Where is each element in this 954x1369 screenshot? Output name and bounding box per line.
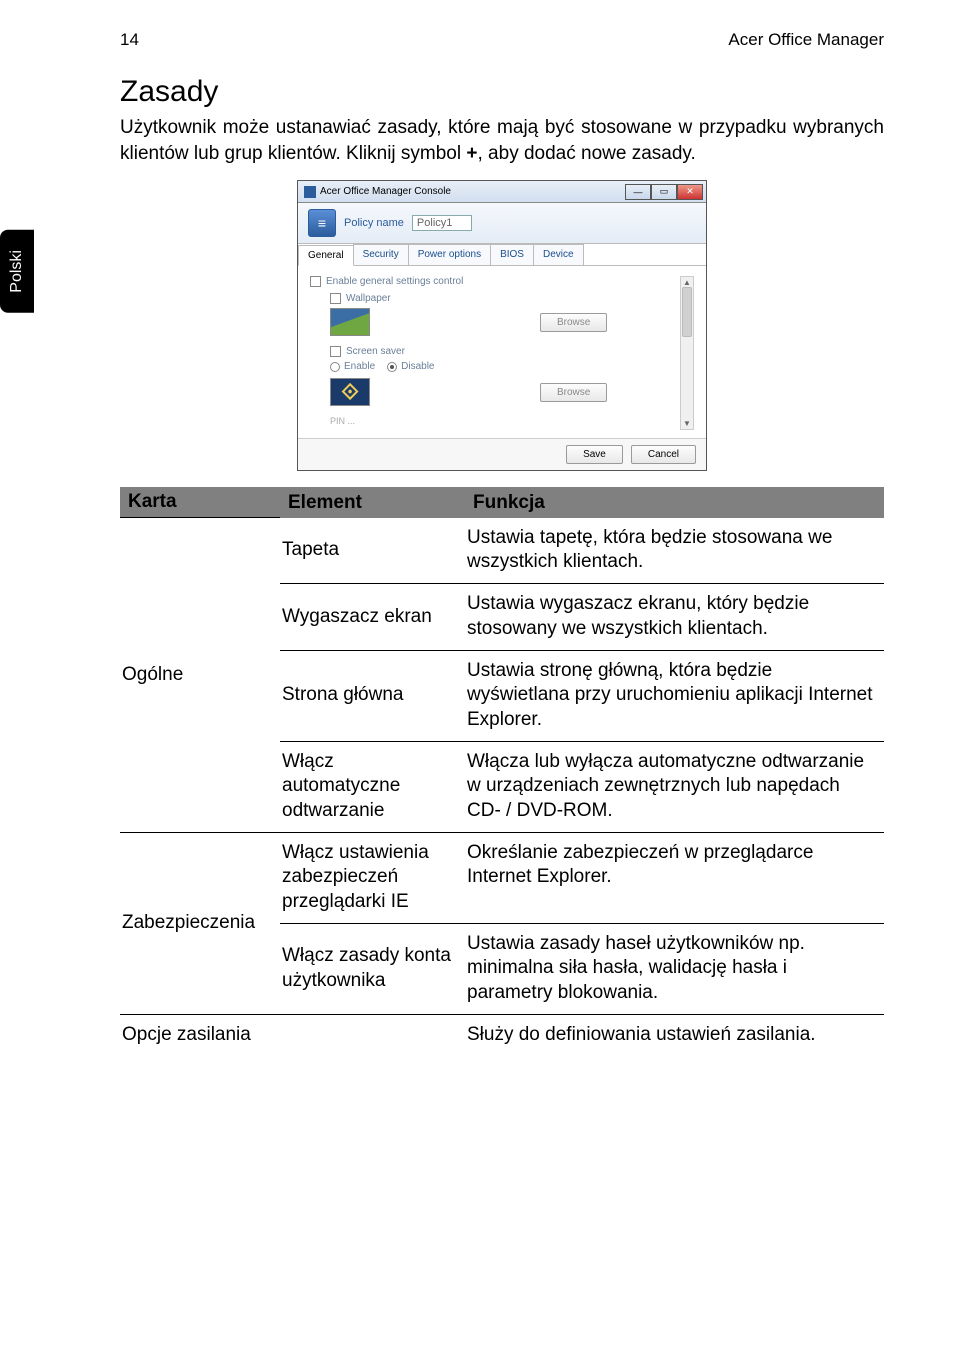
element-cell: Włącz zasady konta użytkownika bbox=[280, 923, 465, 1014]
funkcja-cell: Ustawia wygaszacz ekranu, który będzie s… bbox=[465, 584, 884, 650]
cancel-button[interactable]: Cancel bbox=[631, 445, 696, 464]
app-window: Acer Office Manager Console — ▭ ✕ ≡ Poli… bbox=[297, 180, 707, 471]
save-button[interactable]: Save bbox=[566, 445, 623, 464]
scroll-thumb[interactable] bbox=[682, 287, 692, 337]
header-title: Acer Office Manager bbox=[728, 30, 884, 50]
funkcja-cell: Ustawia zasady haseł użytkowników np. mi… bbox=[465, 923, 884, 1014]
tab-general[interactable]: General bbox=[298, 245, 354, 266]
wallpaper-thumb bbox=[330, 308, 370, 336]
enable-radio-label: Enable bbox=[344, 361, 375, 372]
enable-general-checkbox[interactable] bbox=[310, 276, 321, 287]
titlebar: Acer Office Manager Console — ▭ ✕ bbox=[298, 181, 706, 203]
funkcja-cell: Określanie zabezpieczeń w przeglądarce I… bbox=[465, 832, 884, 923]
language-tab: Polski bbox=[0, 230, 34, 313]
element-cell: Wygaszacz ekran bbox=[280, 584, 465, 650]
table-row: Opcje zasilania Służy do definiowania ust… bbox=[120, 1014, 884, 1055]
wallpaper-label: Wallpaper bbox=[346, 293, 391, 304]
intro-paragraph: Użytkownik może ustanawiać zasady, które… bbox=[120, 115, 884, 166]
element-cell: Włącz ustawienia zabezpieczeń przeglądar… bbox=[280, 832, 465, 923]
enable-radio[interactable] bbox=[330, 362, 340, 372]
screensaver-label: Screen saver bbox=[346, 346, 405, 357]
scrollbar[interactable]: ▲ ▼ bbox=[680, 276, 694, 430]
funkcja-cell: Ustawia stronę główną, która będzie wyśw… bbox=[465, 650, 884, 741]
wallpaper-browse-button[interactable]: Browse bbox=[540, 313, 607, 332]
tab-device[interactable]: Device bbox=[533, 244, 584, 265]
screensaver-browse-button[interactable]: Browse bbox=[540, 383, 607, 402]
pin-label: PIN ... bbox=[330, 416, 674, 426]
disable-radio[interactable] bbox=[387, 362, 397, 372]
policy-icon: ≡ bbox=[308, 209, 336, 237]
tab-power-options[interactable]: Power options bbox=[408, 244, 491, 265]
karta-cell: Ogólne bbox=[120, 518, 280, 832]
th-karta: Karta bbox=[120, 487, 280, 518]
funkcja-cell: Służy do definiowania ustawień zasilania… bbox=[465, 1014, 884, 1055]
tab-bios[interactable]: BIOS bbox=[490, 244, 534, 265]
element-cell: Włącz automatyczne odtwarzanie bbox=[280, 741, 465, 832]
app-icon bbox=[304, 186, 316, 198]
enable-general-label: Enable general settings control bbox=[326, 276, 463, 287]
element-cell bbox=[280, 1014, 465, 1055]
policy-name-label: Policy name bbox=[344, 217, 404, 229]
scroll-down-icon[interactable]: ▼ bbox=[683, 419, 691, 428]
wallpaper-checkbox[interactable] bbox=[330, 293, 341, 304]
close-button[interactable]: ✕ bbox=[677, 184, 703, 200]
screensaver-thumb: ⟐ bbox=[330, 378, 370, 406]
screenshot: Acer Office Manager Console — ▭ ✕ ≡ Poli… bbox=[120, 180, 884, 471]
element-cell: Tapeta bbox=[280, 518, 465, 584]
karta-cell: Zabezpieczenia bbox=[120, 832, 280, 1014]
maximize-button[interactable]: ▭ bbox=[651, 184, 677, 200]
minimize-button[interactable]: — bbox=[625, 184, 651, 200]
screensaver-checkbox[interactable] bbox=[330, 346, 341, 357]
funkcja-cell: Włącza lub wyłącza automatyczne odtwarza… bbox=[465, 741, 884, 832]
th-element: Element bbox=[280, 487, 465, 518]
table-header-row: Karta Element Funkcja bbox=[120, 487, 884, 518]
policy-name-input[interactable]: Policy1 bbox=[412, 215, 472, 231]
tab-security[interactable]: Security bbox=[353, 244, 409, 265]
table-row: ZabezpieczeniaWłącz ustawienia zabezpiec… bbox=[120, 832, 884, 923]
toolbar: ≡ Policy name Policy1 bbox=[298, 203, 706, 244]
table-row: OgólneTapetaUstawia tapetę, która będzie… bbox=[120, 518, 884, 584]
disable-radio-label: Disable bbox=[401, 361, 434, 372]
window-title: Acer Office Manager Console bbox=[320, 186, 451, 197]
element-cell: Strona główna bbox=[280, 650, 465, 741]
section-heading: Zasady bbox=[120, 75, 884, 109]
page-number: 14 bbox=[120, 30, 139, 50]
th-funkcja: Funkcja bbox=[465, 487, 884, 518]
policy-table: Karta Element Funkcja OgólneTapetaUstawi… bbox=[120, 487, 884, 1055]
funkcja-cell: Ustawia tapetę, która będzie stosowana w… bbox=[465, 518, 884, 584]
tabstrip: General Security Power options BIOS Devi… bbox=[298, 244, 706, 266]
karta-cell: Opcje zasilania bbox=[120, 1014, 280, 1055]
scroll-up-icon[interactable]: ▲ bbox=[683, 278, 691, 287]
